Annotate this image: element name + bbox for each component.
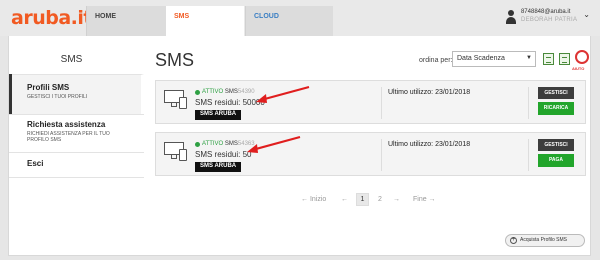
sidebar-item-sub: RICHIEDI ASSISTENZA PER IL TUO PROFILO S… bbox=[27, 131, 110, 143]
divider bbox=[381, 139, 382, 171]
manage-button[interactable]: GESTISCI bbox=[538, 139, 574, 151]
pager-next[interactable]: → bbox=[393, 196, 400, 203]
plus-icon: + bbox=[510, 237, 517, 244]
page-title: SMS bbox=[155, 50, 195, 70]
divider bbox=[528, 87, 529, 119]
tab-sms[interactable]: SMS bbox=[166, 6, 244, 36]
pager-prev[interactable]: ← bbox=[341, 196, 348, 203]
user-menu[interactable]: 8748848@aruba.it DEBORAH PATRIA ⌄ bbox=[505, 8, 590, 26]
annotation-arrow bbox=[256, 85, 310, 103]
sort-select-value: Data Scadenza bbox=[457, 55, 505, 62]
sms-profile-card: ATTIVO SMS54363 SMS residui: 50 SMS ARUB… bbox=[155, 132, 586, 176]
help-icon[interactable] bbox=[575, 50, 589, 64]
sort-label: ordina per: bbox=[419, 57, 453, 64]
product-tag: SMS ARUBA bbox=[195, 162, 242, 172]
status-dot bbox=[195, 90, 200, 95]
sidebar-item-esci[interactable]: Esci bbox=[9, 152, 144, 178]
devices-icon bbox=[162, 140, 190, 162]
divider bbox=[381, 87, 382, 119]
aruba-logo[interactable]: aruba.it bbox=[11, 7, 92, 29]
status-text: ATTIVO SMS54390 bbox=[202, 89, 255, 95]
divider bbox=[528, 139, 529, 171]
tab-home[interactable]: HOME bbox=[86, 6, 166, 36]
last-use: Ultimo utilizzo: 23/01/2018 bbox=[388, 89, 471, 96]
devices-icon bbox=[162, 88, 190, 110]
top-bar: aruba.it HOME SMS CLOUD 8748848@aruba.it… bbox=[0, 0, 600, 36]
user-icon bbox=[505, 10, 517, 26]
pay-button[interactable]: PAGA bbox=[538, 154, 574, 167]
sidebar-item-profili-sms[interactable]: Profili SMS GESTISCI I TUOI PROFILI bbox=[9, 74, 144, 114]
buy-sms-profile-label: Acquista Profilo SMS bbox=[520, 237, 567, 243]
csv-export-icon[interactable] bbox=[559, 53, 570, 65]
recharge-button[interactable]: RICARICA bbox=[538, 102, 574, 115]
help-label[interactable]: AIUTO bbox=[572, 66, 584, 71]
tab-cloud[interactable]: CLOUD bbox=[245, 6, 333, 36]
sort-select[interactable]: Data Scadenza ▼ bbox=[452, 51, 536, 67]
status-dot bbox=[195, 142, 200, 147]
user-name: DEBORAH PATRIA bbox=[520, 17, 578, 23]
sidebar-item-label: Esci bbox=[27, 159, 44, 168]
chevron-down-icon[interactable]: ⌄ bbox=[583, 10, 590, 19]
last-use: Ultimo utilizzo: 23/01/2018 bbox=[388, 141, 471, 148]
sidebar-item-sub: GESTISCI I TUOI PROFILI bbox=[27, 94, 88, 100]
sidebar-title: SMS bbox=[60, 54, 83, 65]
user-email: 8748848@aruba.it bbox=[520, 9, 571, 15]
pager-page-1[interactable]: 1 bbox=[356, 193, 369, 206]
pager-first[interactable]: ← Inizio bbox=[301, 196, 326, 203]
chevron-down-icon: ▼ bbox=[526, 55, 532, 61]
pager-page-2[interactable]: 2 bbox=[378, 196, 382, 203]
sms-profile-card: ATTIVO SMS54390 SMS residui: 50000 SMS A… bbox=[155, 80, 586, 124]
pager-last[interactable]: Fine → bbox=[413, 196, 436, 203]
sms-credits: SMS residui: 50 bbox=[195, 150, 252, 159]
annotation-arrow bbox=[247, 135, 301, 153]
active-indicator bbox=[9, 74, 12, 114]
product-tag: SMS ARUBA bbox=[195, 110, 242, 120]
manage-button[interactable]: GESTISCI bbox=[538, 87, 574, 99]
sidebar-item-label: Richiesta assistenza bbox=[27, 120, 106, 129]
buy-sms-profile-button[interactable]: + Acquista Profilo SMS bbox=[505, 234, 585, 247]
sidebar-item-label: Profili SMS bbox=[27, 83, 70, 92]
sidebar-item-richiesta-assistenza[interactable]: Richiesta assistenza RICHIEDI ASSISTENZA… bbox=[9, 114, 144, 152]
excel-export-icon[interactable] bbox=[543, 53, 554, 65]
